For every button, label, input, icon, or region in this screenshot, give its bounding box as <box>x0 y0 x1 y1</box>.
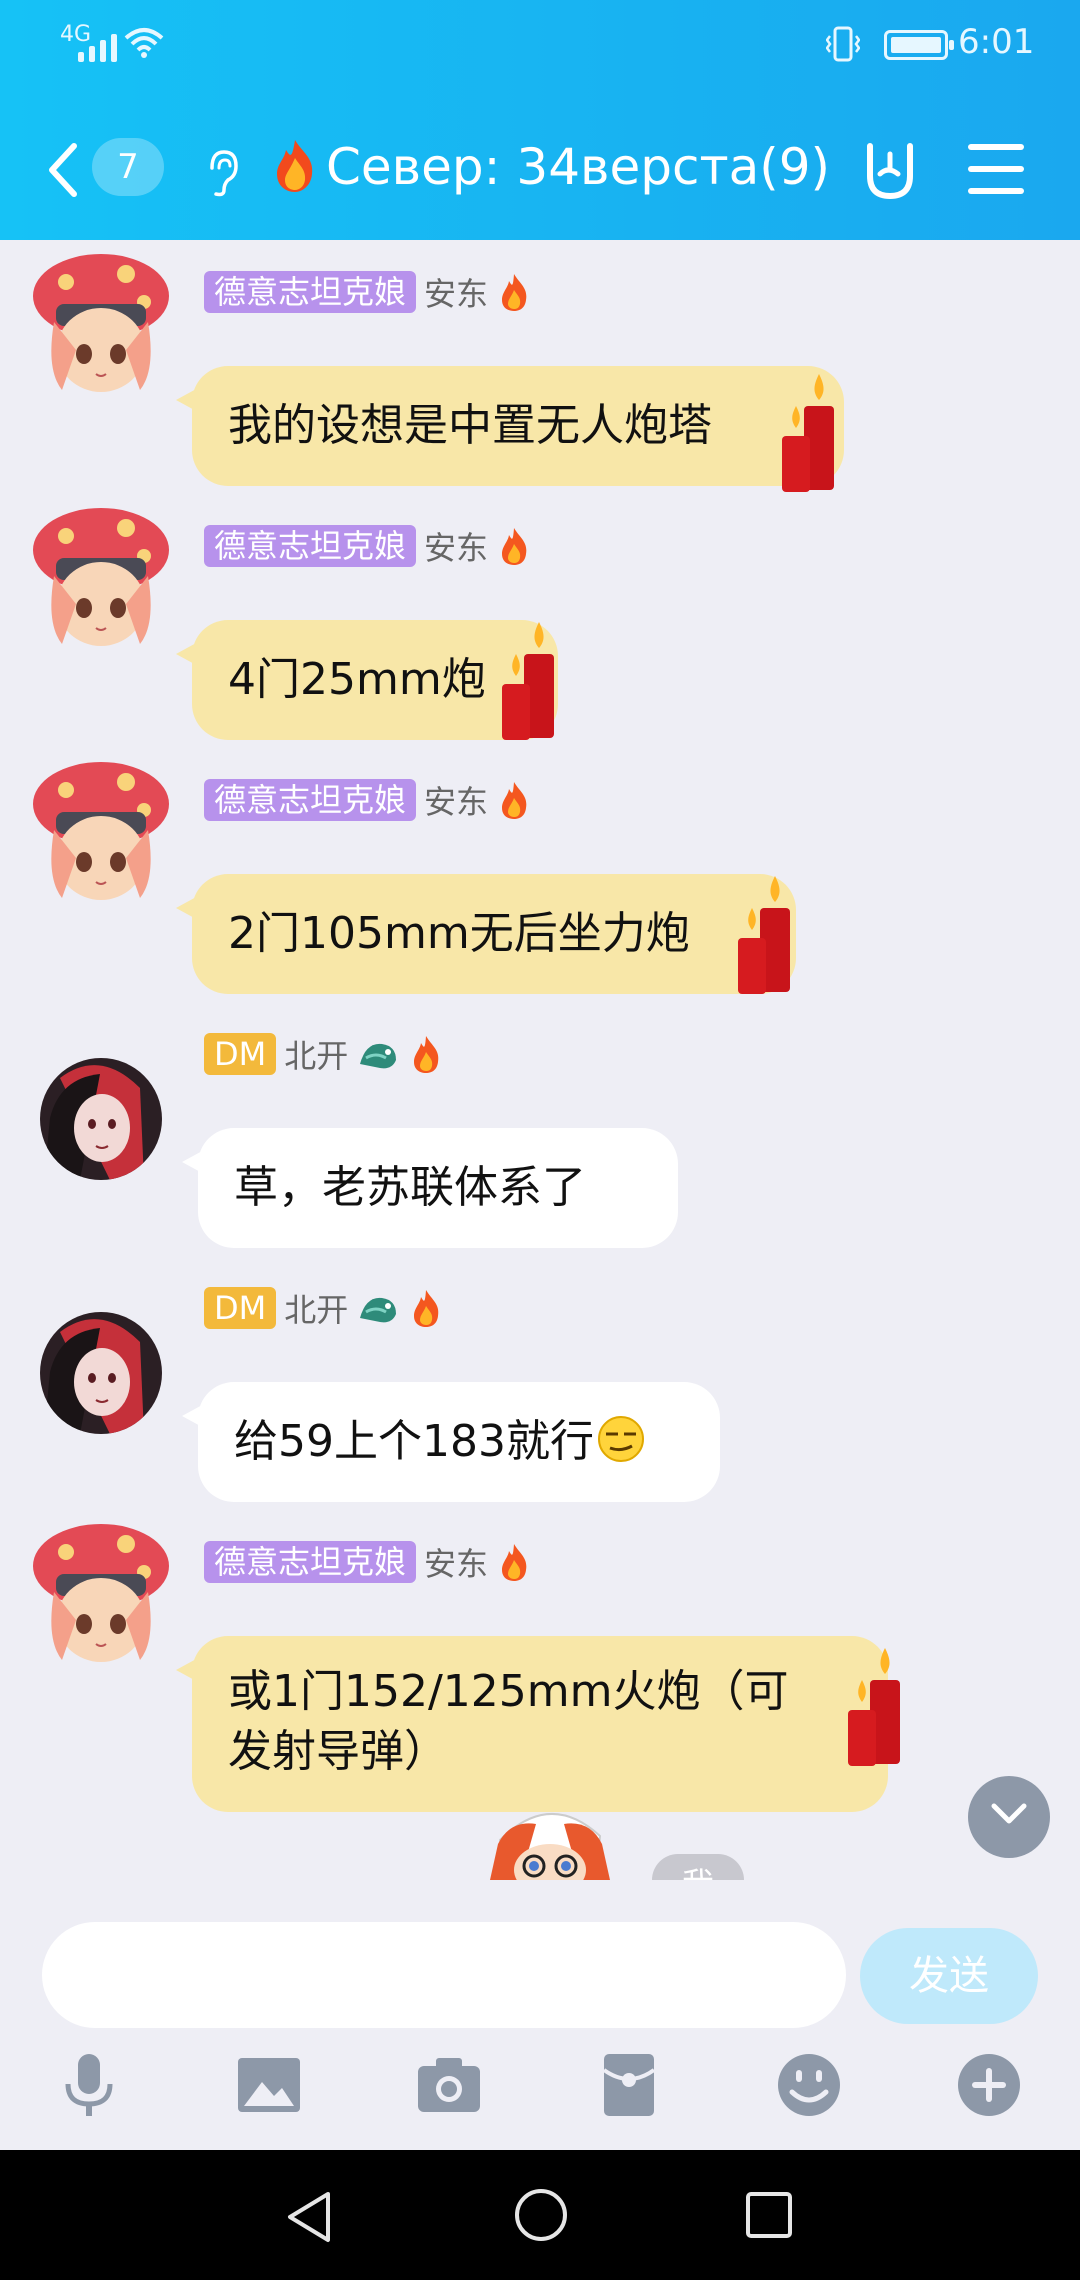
candle-decoration-icon <box>502 622 554 740</box>
message-bubble[interactable]: 2门105mm无后坐力炮 <box>176 874 796 994</box>
flame-icon <box>414 1290 439 1327</box>
sender-name[interactable]: 安东 <box>424 1539 488 1585</box>
menu-icon[interactable] <box>968 144 1024 194</box>
flame-icon <box>502 1544 527 1581</box>
message-bubble[interactable]: 或1门152/125mm火炮（可发射导弹） <box>176 1636 888 1812</box>
member-title-tag: 德意志坦克娘 <box>204 271 417 313</box>
dragon-badge-icon <box>360 1043 397 1069</box>
avatar-mushroom-girl[interactable] <box>26 504 176 654</box>
message-list[interactable]: 德意志坦克娘 安东 我的设想是中置无人炮塔 德意志坦克娘 安东 4门25mm炮 <box>0 240 1080 1880</box>
sender-line: 德意志坦克娘 安东 <box>204 524 532 568</box>
flame-icon <box>502 528 527 565</box>
wifi-icon <box>124 28 164 58</box>
composer-toolbar <box>0 2050 1080 2150</box>
camera-icon[interactable] <box>414 2050 484 2120</box>
sender-line: DM 北开 <box>204 1286 444 1330</box>
candle-decoration-icon <box>782 374 834 492</box>
earpiece-mode-icon[interactable] <box>202 148 242 198</box>
avatar-mushroom-girl[interactable] <box>26 1520 176 1670</box>
message-text: 给59上个183就行 <box>234 1416 594 1467</box>
sender-name[interactable]: 安东 <box>424 523 488 569</box>
dragon-badge-icon <box>360 1297 397 1323</box>
avatar-mushroom-girl[interactable] <box>26 758 176 908</box>
battery-icon <box>884 30 954 60</box>
sender-line: DM 北开 <box>204 1032 444 1076</box>
signal-icon <box>78 28 117 62</box>
image-icon[interactable] <box>234 2050 304 2120</box>
smirk-emoji-icon <box>597 1416 644 1462</box>
scroll-to-bottom-button[interactable] <box>968 1776 1050 1858</box>
sender-name[interactable]: 安东 <box>424 777 488 823</box>
message-input[interactable] <box>42 1922 846 2028</box>
flame-icon <box>502 274 527 311</box>
sender-line: 德意志坦克娘 安东 <box>204 778 532 822</box>
message-bubble[interactable]: 草，老苏联体系了 <box>182 1128 678 1248</box>
flame-icon <box>502 782 527 819</box>
mascot-peek <box>490 1813 610 1880</box>
nav-home-icon[interactable] <box>514 2188 568 2242</box>
sender-line: 德意志坦克娘 安东 <box>204 270 532 314</box>
system-navigation-bar <box>0 2150 1080 2280</box>
back-icon[interactable] <box>44 140 84 200</box>
nav-back-icon[interactable] <box>284 2190 334 2244</box>
sender-name[interactable]: 北开 <box>284 1031 348 1077</box>
rock-hand-icon[interactable] <box>858 140 920 202</box>
chat-title[interactable]: Север: 34верста(9) <box>266 136 830 196</box>
clock: 6:01 <box>958 22 1035 62</box>
member-title-tag: DM <box>204 1033 277 1075</box>
candle-decoration-icon <box>738 876 790 994</box>
flame-icon <box>414 1036 439 1073</box>
send-button[interactable]: 发送 <box>860 1928 1038 2024</box>
chat-title-text: Север: 34верста(9) <box>326 138 831 196</box>
chevron-down-icon <box>991 1803 1027 1824</box>
member-title-tag: 德意志坦克娘 <box>204 1541 417 1583</box>
sender-name[interactable]: 北开 <box>284 1285 348 1331</box>
member-title-tag: 德意志坦克娘 <box>204 525 417 567</box>
nav-recents-icon[interactable] <box>744 2190 794 2240</box>
avatar-mushroom-girl[interactable] <box>26 250 176 400</box>
vibrate-icon <box>826 26 860 62</box>
avatar-redhair-character[interactable] <box>40 1312 162 1434</box>
sender-line: 德意志坦克娘 安东 <box>204 1540 532 1584</box>
candle-decoration-icon <box>848 1648 900 1766</box>
plus-icon[interactable] <box>954 2050 1024 2120</box>
composer: 发送 <box>0 1880 1080 2150</box>
fire-icon <box>277 140 313 192</box>
chat-nav: 7 Север: 34верста(9) <box>0 90 1080 240</box>
red-packet-icon[interactable] <box>594 2050 664 2120</box>
message-bubble[interactable]: 给59上个183就行 <box>182 1382 720 1502</box>
emoji-icon[interactable] <box>774 2050 844 2120</box>
header-bar: 4G 6:01 7 Север: 34верста(9) <box>0 0 1080 240</box>
member-title-tag: 德意志坦克娘 <box>204 779 417 821</box>
mic-icon[interactable] <box>54 2050 124 2120</box>
peek-label: 我 <box>652 1854 744 1880</box>
sender-name[interactable]: 安东 <box>424 269 488 315</box>
unread-badge[interactable]: 7 <box>92 138 164 196</box>
avatar-redhair-character[interactable] <box>40 1058 162 1180</box>
member-title-tag: DM <box>204 1287 277 1329</box>
message-bubble[interactable]: 我的设想是中置无人炮塔 <box>176 366 844 486</box>
status-bar: 4G 6:01 <box>0 0 1080 90</box>
